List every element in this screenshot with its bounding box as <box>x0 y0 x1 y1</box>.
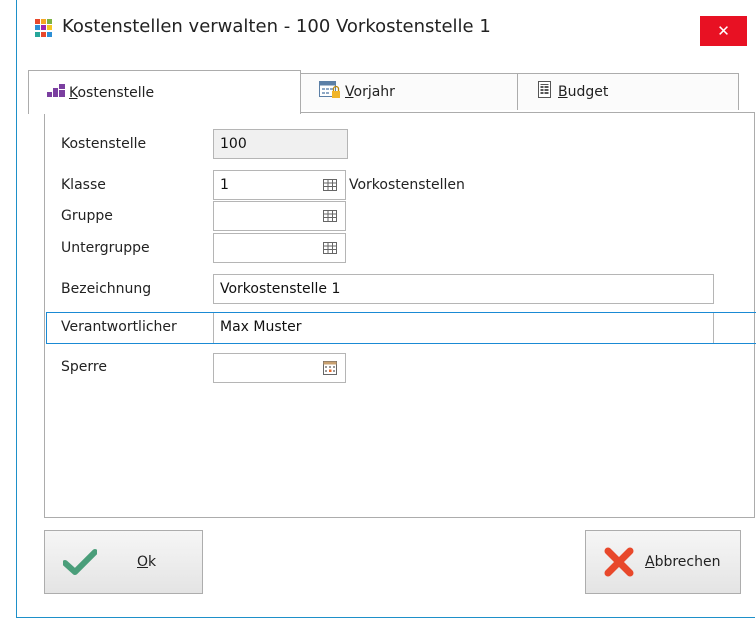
document-icon <box>536 81 554 103</box>
tab-label: Budget <box>558 84 609 100</box>
tab-kostenstelle[interactable]: Kostenstelle <box>28 70 301 114</box>
checkmark-icon <box>63 549 97 575</box>
close-button[interactable]: ✕ <box>700 16 747 46</box>
table-grid-icon <box>322 179 337 191</box>
tab-label: Vorjahr <box>345 84 395 100</box>
bezeichnung-field[interactable]: Vorkostenstelle 1 <box>213 274 714 304</box>
klasse-label: Klasse <box>61 177 106 193</box>
bezeichnung-label: Bezeichnung <box>61 281 152 297</box>
tab-vorjahr[interactable]: Vorjahr <box>300 73 518 110</box>
ok-label: Ok <box>137 554 157 570</box>
kostenstelle-field: 100 <box>213 129 348 159</box>
dialog-window: Kostenstellen verwalten - 100 Vorkostens… <box>16 0 756 618</box>
gruppe-picker-button[interactable] <box>314 201 346 231</box>
tab-budget[interactable]: Budget <box>517 73 739 110</box>
app-grid-icon <box>35 19 53 37</box>
cross-icon <box>603 546 635 578</box>
tab-label: Kostenstelle <box>69 84 155 101</box>
tab-strip: Kostenstelle Vorjahr Budget <box>28 70 739 114</box>
bars-icon <box>47 83 65 102</box>
sperre-field[interactable] <box>213 353 315 383</box>
sperre-date-button[interactable] <box>314 353 346 383</box>
verantwortlicher-label: Verantwortlicher <box>61 319 177 335</box>
gruppe-label: Gruppe <box>61 208 113 224</box>
table-grid-icon <box>322 242 337 254</box>
klasse-field[interactable]: 1 <box>213 170 315 200</box>
sperre-label: Sperre <box>61 359 107 375</box>
untergruppe-label: Untergruppe <box>61 240 150 256</box>
cancel-label: Abbrechen <box>645 554 721 570</box>
verantwortlicher-field[interactable]: Max Muster <box>213 313 714 343</box>
calendar-lock-icon <box>319 81 341 103</box>
klasse-description: Vorkostenstellen <box>349 177 465 193</box>
window-title: Kostenstellen verwalten - 100 Vorkostens… <box>62 16 491 37</box>
gruppe-field[interactable] <box>213 201 315 231</box>
table-grid-icon <box>322 210 337 222</box>
untergruppe-picker-button[interactable] <box>314 233 346 263</box>
cancel-button[interactable]: Abbrechen <box>585 530 741 594</box>
kostenstelle-label: Kostenstelle <box>61 136 147 152</box>
klasse-picker-button[interactable] <box>314 170 346 200</box>
untergruppe-field[interactable] <box>213 233 315 263</box>
title-bar: Kostenstellen verwalten - 100 Vorkostens… <box>17 0 756 58</box>
close-icon: ✕ <box>717 22 730 40</box>
calendar-icon <box>322 361 337 375</box>
ok-button[interactable]: Ok <box>44 530 203 594</box>
